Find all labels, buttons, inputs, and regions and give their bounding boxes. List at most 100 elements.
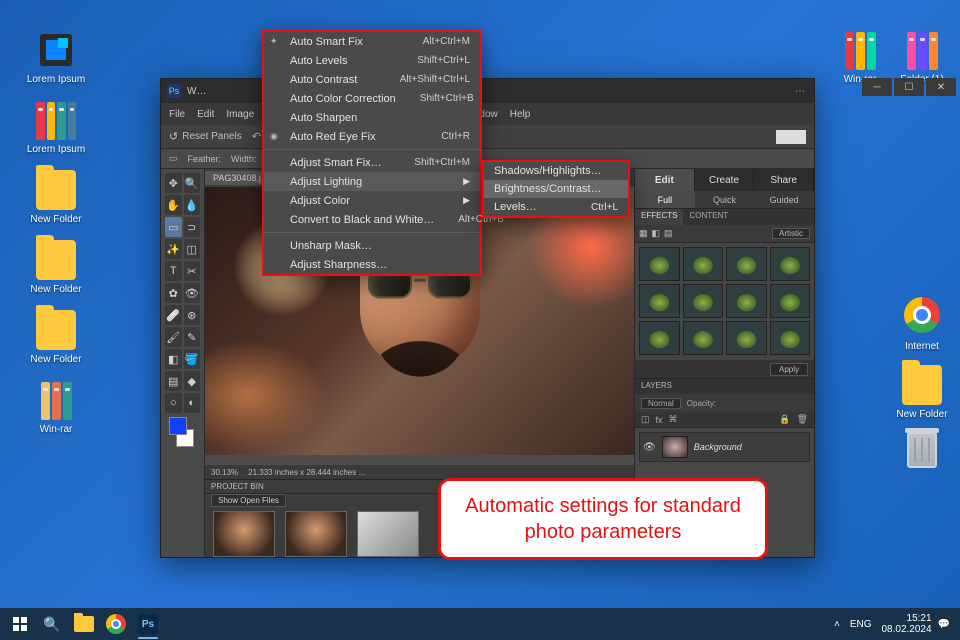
effect-thumbnail[interactable]: [683, 284, 724, 318]
crop-tool[interactable]: ✂: [184, 261, 201, 281]
redeye-tool[interactable]: 👁: [184, 283, 201, 303]
reset-panels-button[interactable]: ↺Reset Panels: [169, 130, 242, 143]
layer-link-icon[interactable]: ⌘: [669, 414, 678, 425]
cookie-tool[interactable]: ✿: [165, 283, 182, 303]
mode-full[interactable]: Full: [635, 191, 695, 208]
zoom-tool[interactable]: 🔍: [184, 173, 201, 193]
effect-thumbnail[interactable]: [639, 321, 680, 355]
desktop-icon-lorem-2[interactable]: Lorem Ipsum: [26, 100, 86, 156]
layer-item-background[interactable]: 👁 Background: [639, 432, 810, 462]
zoom-value[interactable]: 30.13%: [211, 468, 238, 477]
submenu-shadows-highlights[interactable]: Shadows/Highlights…: [484, 162, 628, 180]
notifications-icon[interactable]: 💬: [938, 619, 950, 630]
apply-button[interactable]: Apply: [770, 363, 808, 376]
project-bin-selector[interactable]: Show Open Files: [211, 494, 286, 507]
marquee-tool[interactable]: ▭: [165, 217, 182, 237]
clock[interactable]: 15:21 08.02.2024: [881, 613, 931, 635]
mode-quick[interactable]: Quick: [695, 191, 755, 208]
move-tool[interactable]: ✥: [165, 173, 182, 193]
layer-new-icon[interactable]: ◫: [641, 414, 650, 425]
search-box[interactable]: [776, 130, 806, 144]
tab-share[interactable]: Share: [754, 169, 814, 191]
window-close-button[interactable]: ✕: [926, 78, 956, 96]
menu-adjust-color[interactable]: Adjust Color▶: [264, 191, 480, 210]
bin-thumbnail[interactable]: [285, 511, 347, 557]
desktop-icon-winrar[interactable]: Win-rar: [26, 380, 86, 436]
color-swatches[interactable]: [165, 415, 200, 449]
tray-expand-icon[interactable]: ˄: [834, 619, 840, 630]
bin-thumbnail[interactable]: [357, 511, 419, 557]
menu-auto-redeye[interactable]: ◉Auto Red Eye FixCtrl+R: [264, 127, 480, 146]
sponge-tool[interactable]: ◐: [184, 393, 201, 413]
menu-auto-sharpen[interactable]: Auto Sharpen: [264, 108, 480, 127]
selection-tool[interactable]: ◫: [184, 239, 201, 259]
blur-tool[interactable]: ○: [165, 393, 182, 413]
healing-tool[interactable]: 🩹: [165, 305, 182, 325]
desktop-icon-lorem-1[interactable]: Lorem Ipsum: [26, 30, 86, 86]
menu-auto-levels[interactable]: Auto LevelsShift+Ctrl+L: [264, 51, 480, 70]
desktop-icon-newfolder-3[interactable]: New Folder: [26, 310, 86, 366]
desktop-icon-newfolder-1[interactable]: New Folder: [26, 170, 86, 226]
mode-guided[interactable]: Guided: [754, 191, 814, 208]
menu-file[interactable]: File: [169, 109, 185, 120]
layer-trash-icon[interactable]: 🗑: [797, 414, 808, 425]
titlebar-menu-icon[interactable]: ⋯: [795, 86, 808, 97]
menu-adjust-smart-fix[interactable]: Adjust Smart Fix…Shift+Ctrl+M: [264, 153, 480, 172]
desktop-icon-trash[interactable]: [892, 430, 952, 476]
menu-auto-color[interactable]: Auto Color CorrectionShift+Ctrl+B: [264, 89, 480, 108]
desktop-icon-newfolder-right[interactable]: New Folder: [892, 365, 952, 421]
search-button[interactable]: 🔍: [36, 608, 68, 640]
taskbar-app-explorer[interactable]: [68, 608, 100, 640]
menu-edit[interactable]: Edit: [197, 109, 214, 120]
effects-tab[interactable]: EFFECTS: [635, 209, 683, 225]
effect-thumbnail[interactable]: [726, 247, 767, 281]
content-tab[interactable]: CONTENT: [683, 209, 734, 225]
menu-help[interactable]: Help: [510, 109, 531, 120]
effect-thumbnail[interactable]: [770, 247, 811, 281]
effect-thumbnail[interactable]: [683, 247, 724, 281]
language-indicator[interactable]: ENG: [846, 619, 876, 630]
foreground-color[interactable]: [169, 417, 187, 435]
layer-fx-icon[interactable]: fx: [656, 415, 663, 425]
eyedropper-tool[interactable]: 💧: [184, 195, 201, 215]
menu-image[interactable]: Image: [226, 109, 254, 120]
filter-icon-3[interactable]: ▤: [664, 228, 673, 239]
effect-thumbnail[interactable]: [683, 321, 724, 355]
titlebar[interactable]: Ps W… ⋯: [161, 79, 814, 103]
smart-brush-tool[interactable]: ✎: [184, 327, 201, 347]
effect-thumbnail[interactable]: [770, 321, 811, 355]
taskbar-app-photoshop[interactable]: Ps: [132, 608, 164, 640]
submenu-levels[interactable]: Levels…Ctrl+L: [484, 198, 628, 216]
taskbar-app-chrome[interactable]: [100, 608, 132, 640]
tab-create[interactable]: Create: [695, 169, 755, 191]
bucket-tool[interactable]: 🪣: [184, 349, 201, 369]
type-tool[interactable]: T: [165, 261, 182, 281]
desktop-icon-internet[interactable]: Internet: [892, 295, 952, 353]
brush-tool[interactable]: 🖌: [165, 327, 182, 347]
blend-mode-dropdown[interactable]: Normal: [641, 398, 681, 409]
window-maximize-button[interactable]: ☐: [894, 78, 924, 96]
hand-tool[interactable]: ✋: [165, 195, 182, 215]
menu-unsharp-mask[interactable]: Unsharp Mask…: [264, 236, 480, 255]
shape-tool[interactable]: ◆: [184, 371, 201, 391]
desktop-icon-newfolder-2[interactable]: New Folder: [26, 240, 86, 296]
bin-thumbnail[interactable]: [213, 511, 275, 557]
clone-tool[interactable]: ⊛: [184, 305, 201, 325]
effect-thumbnail[interactable]: [726, 321, 767, 355]
eraser-tool[interactable]: ◧: [165, 349, 182, 369]
menu-convert-bw[interactable]: Convert to Black and White…Alt+Ctrl+B: [264, 210, 480, 229]
layer-lock-icon[interactable]: 🔒: [779, 414, 790, 425]
filter-icon-1[interactable]: ▦: [639, 228, 648, 239]
effect-thumbnail[interactable]: [639, 247, 680, 281]
effect-thumbnail[interactable]: [639, 284, 680, 318]
menu-adjust-sharpness[interactable]: Adjust Sharpness…: [264, 255, 480, 274]
filter-icon-2[interactable]: ◧: [652, 228, 661, 239]
visibility-icon[interactable]: 👁: [643, 442, 656, 453]
wand-tool[interactable]: ✨: [165, 239, 182, 259]
gradient-tool[interactable]: ▤: [165, 371, 182, 391]
lasso-tool[interactable]: ⊃: [184, 217, 201, 237]
effect-thumbnail[interactable]: [770, 284, 811, 318]
menu-auto-contrast[interactable]: Auto ContrastAlt+Shift+Ctrl+L: [264, 70, 480, 89]
effects-category-dropdown[interactable]: Artistic: [772, 228, 810, 239]
tab-edit[interactable]: Edit: [635, 169, 695, 191]
